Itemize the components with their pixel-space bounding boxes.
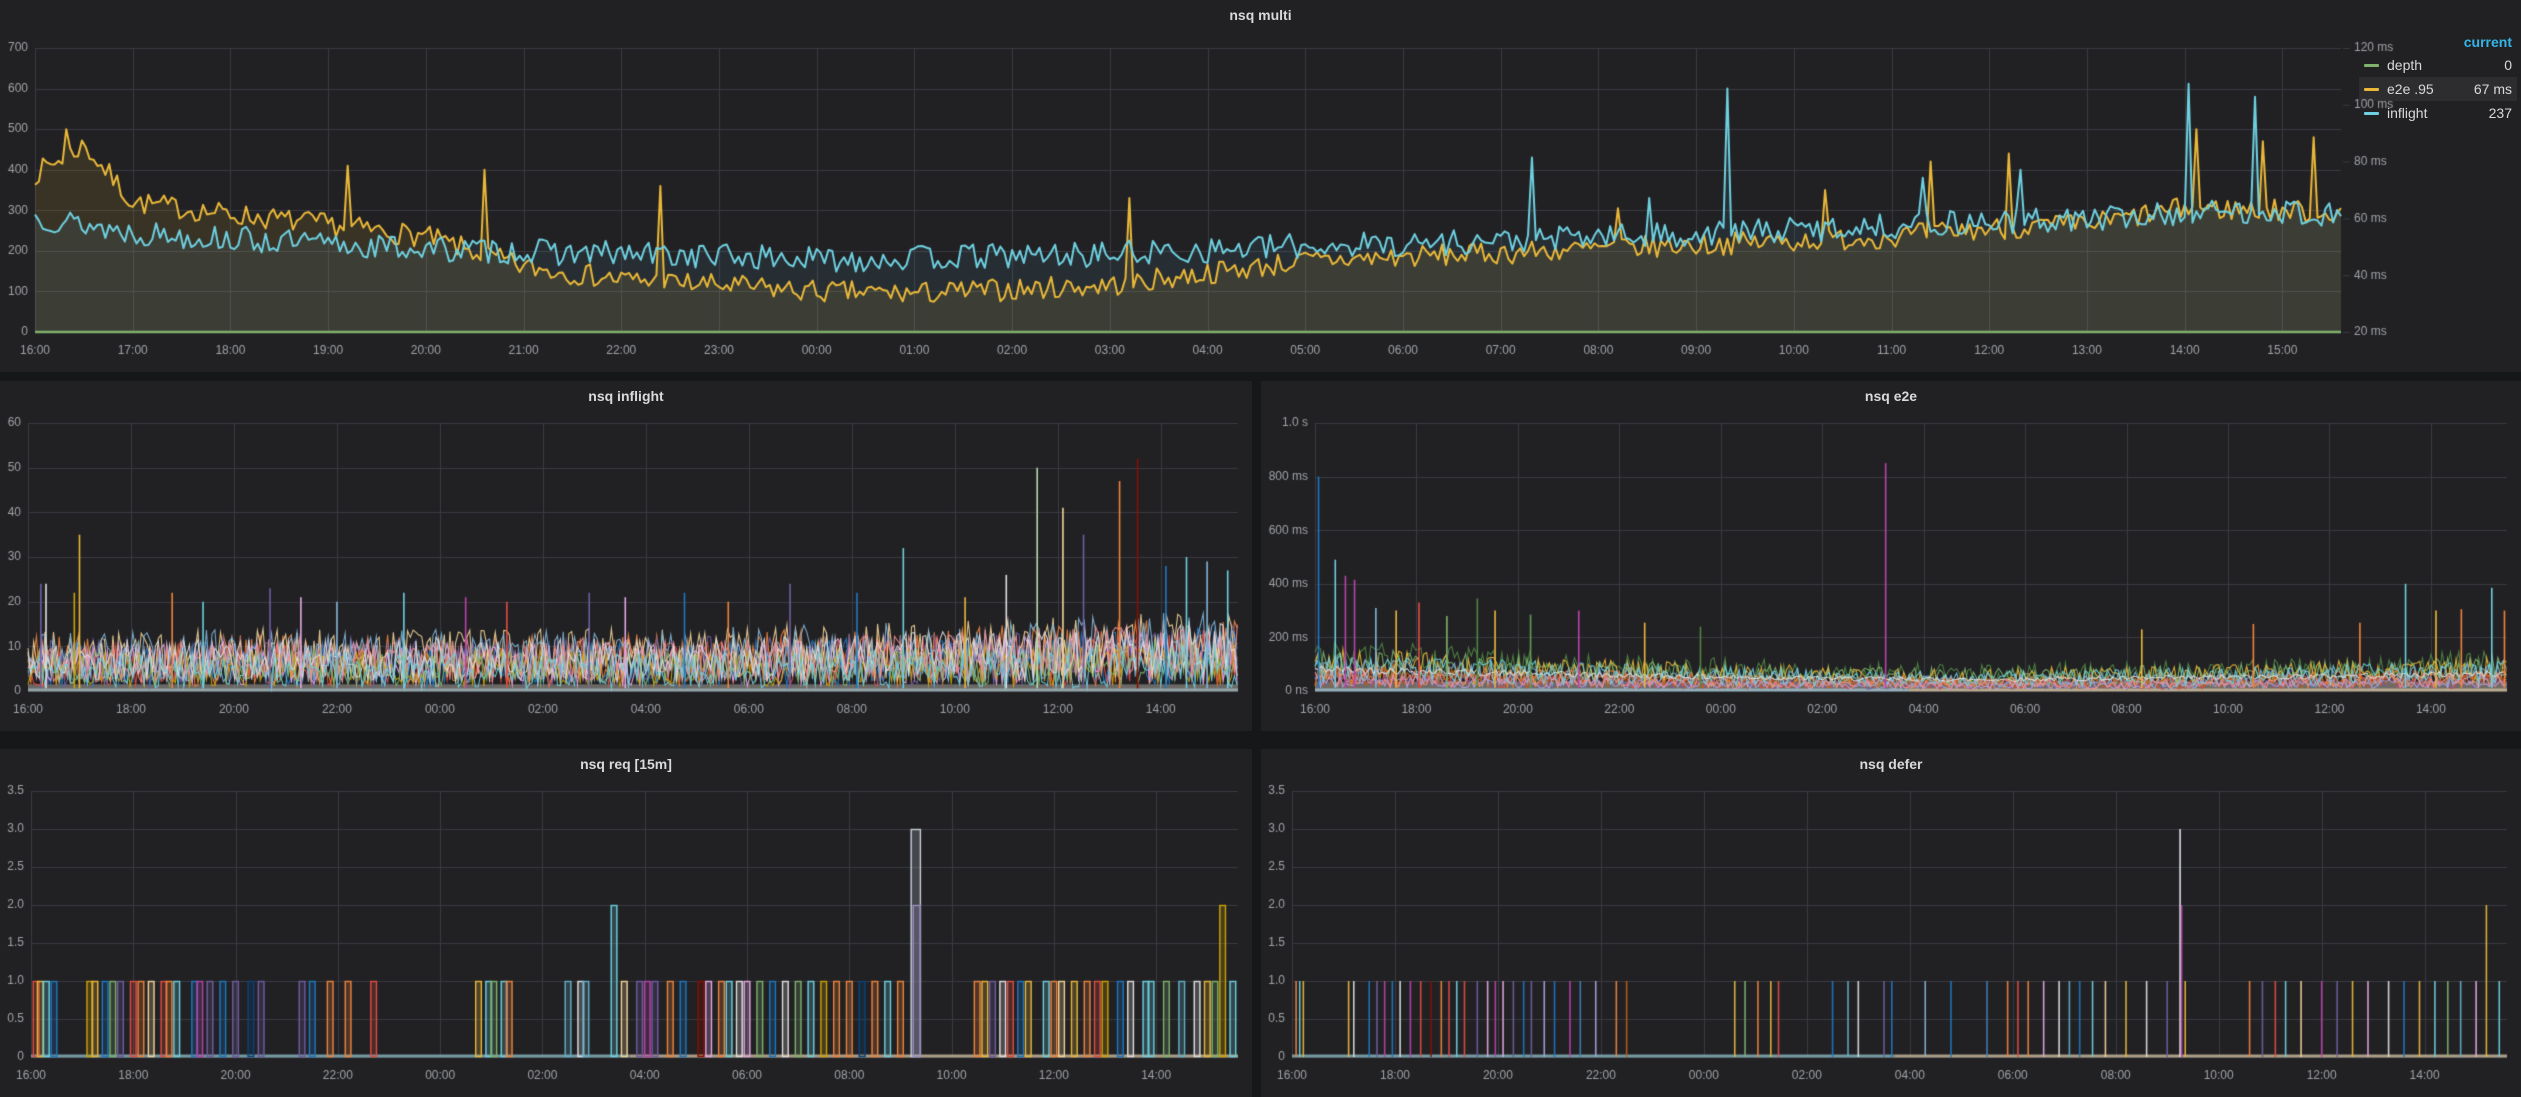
legend-label: e2e .95 <box>2387 81 2474 97</box>
panel-title-nsq-e2e[interactable]: nsq e2e <box>1261 381 2521 409</box>
panel-title-nsq-defer[interactable]: nsq defer <box>1261 749 2521 777</box>
panel-nsq-e2e: nsq e2e <box>1261 381 2521 731</box>
legend-row-depth[interactable]: depth 0 <box>2359 53 2517 77</box>
panel-nsq-req-15m: nsq req [15m] <box>0 749 1252 1097</box>
panel-title-nsq-req-15m[interactable]: nsq req [15m] <box>0 749 1252 777</box>
panel-nsq-multi: nsq multi current depth 0 e2e .95 67 ms … <box>0 0 2521 372</box>
legend-row-e2e-95[interactable]: e2e .95 67 ms <box>2359 77 2517 101</box>
legend-value: 0 <box>2504 57 2512 73</box>
panel-nsq-defer: nsq defer <box>1261 749 2521 1097</box>
legend-row-inflight[interactable]: inflight 237 <box>2359 101 2517 125</box>
panel-title-nsq-inflight[interactable]: nsq inflight <box>0 381 1252 409</box>
grafana-dashboard: { "theme": { "page_bg": "#161719", "pane… <box>0 0 2521 1097</box>
legend-nsq-multi: current depth 0 e2e .95 67 ms inflight 2… <box>2359 30 2517 125</box>
chart-canvas-nsq-req-15m[interactable] <box>0 777 1252 1097</box>
legend-label: depth <box>2387 57 2504 73</box>
chart-canvas-nsq-multi[interactable] <box>0 28 2521 372</box>
legend-label: inflight <box>2387 105 2489 121</box>
panel-title-nsq-multi[interactable]: nsq multi <box>0 0 2521 28</box>
legend-value: 237 <box>2489 105 2512 121</box>
legend-header-current: current <box>2359 30 2517 53</box>
series-color-icon <box>2364 64 2379 67</box>
series-color-icon <box>2364 88 2379 91</box>
chart-canvas-nsq-inflight[interactable] <box>0 409 1252 731</box>
panel-nsq-inflight: nsq inflight <box>0 381 1252 731</box>
series-color-icon <box>2364 112 2379 115</box>
legend-value: 67 ms <box>2474 81 2512 97</box>
chart-canvas-nsq-defer[interactable] <box>1261 777 2521 1097</box>
chart-canvas-nsq-e2e[interactable] <box>1261 409 2521 731</box>
